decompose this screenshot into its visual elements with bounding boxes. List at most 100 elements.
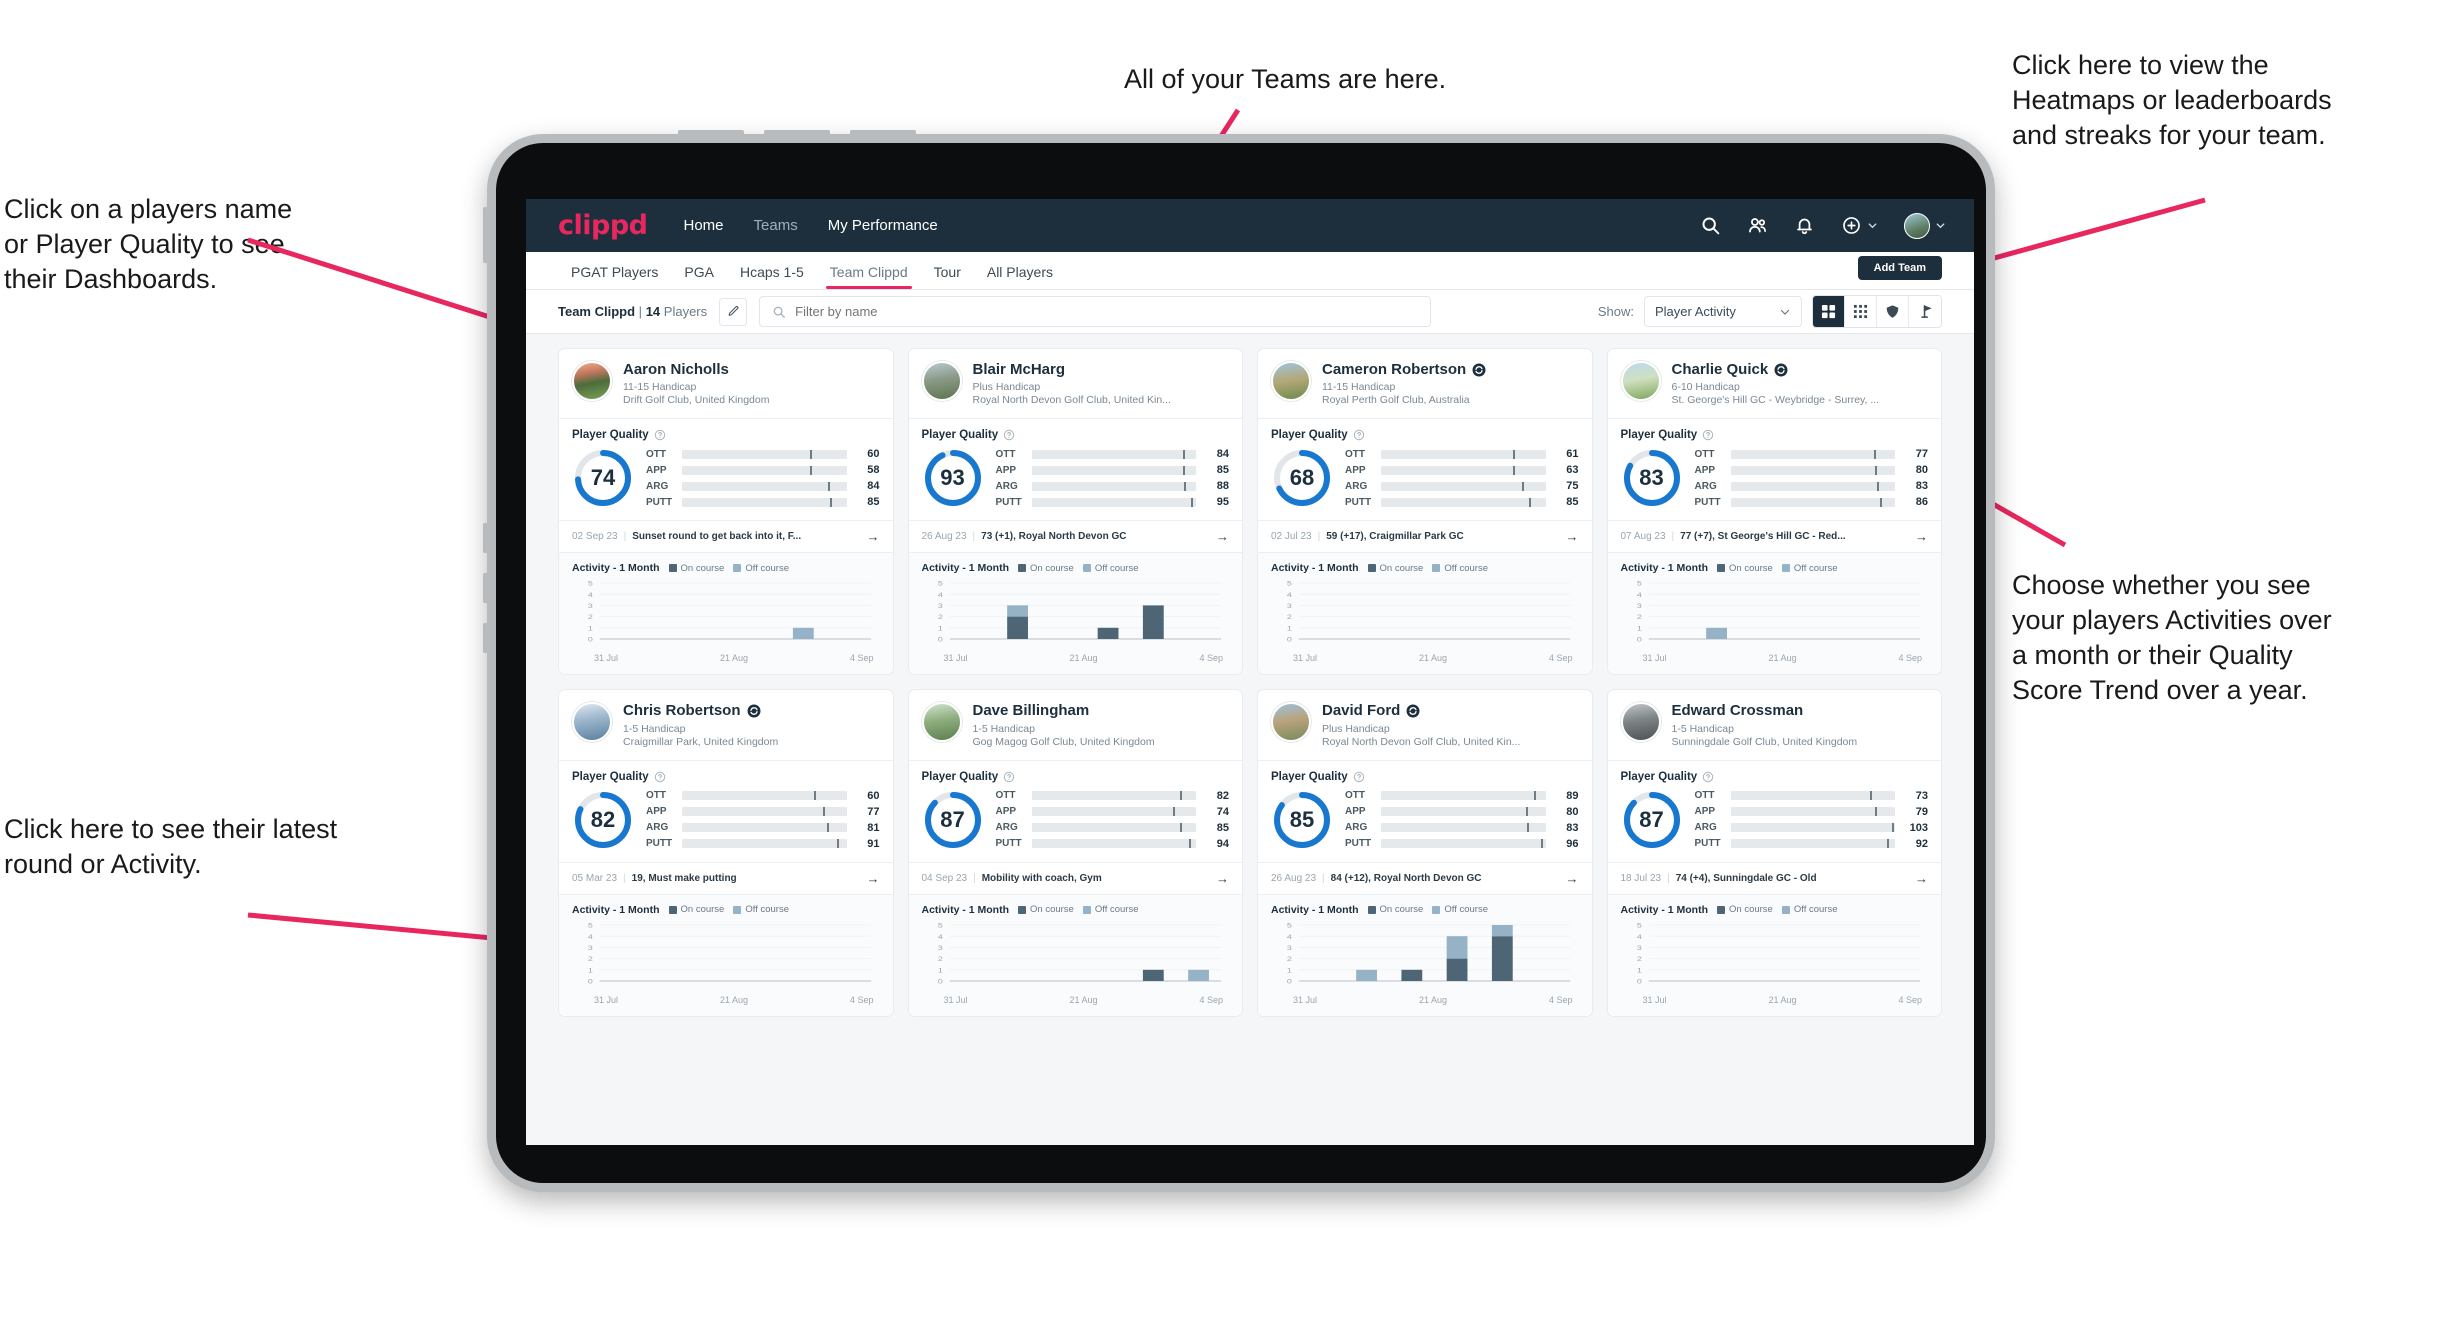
player-name-row[interactable]: Blair McHarg — [973, 361, 1171, 378]
arrow-right-icon[interactable]: → — [1216, 529, 1229, 544]
player-name-row[interactable]: Aaron Nicholls — [623, 361, 769, 378]
show-select[interactable]: Player Activity — [1644, 296, 1802, 327]
search-icon[interactable] — [1700, 215, 1721, 236]
nav-link-teams[interactable]: Teams — [754, 217, 798, 234]
help-icon[interactable] — [1003, 429, 1015, 441]
create-menu[interactable] — [1841, 215, 1878, 236]
tab-pgat-players[interactable]: PGAT Players — [558, 264, 671, 289]
player-card-header[interactable]: Chris Robertson 1-5 Handicap Craigmillar… — [559, 690, 893, 759]
player-card[interactable]: Dave Billingham 1-5 Handicap Gog Magog G… — [907, 689, 1243, 1017]
player-name[interactable]: Aaron Nicholls — [623, 361, 729, 378]
player-card-header[interactable]: Charlie Quick 6-10 Handicap St. George's… — [1608, 349, 1942, 418]
people-icon[interactable] — [1747, 215, 1768, 236]
user-menu[interactable] — [1904, 212, 1946, 239]
player-name[interactable]: David Ford — [1322, 702, 1400, 719]
latest-round-row[interactable]: 04 Sep 23 | Mobility with coach, Gym → — [908, 861, 1242, 895]
chevron-down-icon[interactable] — [1935, 220, 1946, 231]
add-team-button[interactable]: Add Team — [1857, 256, 1942, 280]
arrow-right-icon[interactable]: → — [1915, 529, 1928, 544]
help-icon[interactable] — [1353, 771, 1365, 783]
player-quality-section[interactable]: Player Quality 87 OTT 82 APP 74 ARG 85 P… — [909, 761, 1243, 862]
player-avatar[interactable] — [921, 361, 962, 401]
leaderboard-view-button[interactable] — [1909, 296, 1941, 327]
player-name-row[interactable]: Dave Billingham — [973, 702, 1155, 719]
player-name-row[interactable]: Edward Crossman — [1672, 702, 1858, 719]
tab-hcaps-1-5[interactable]: Hcaps 1-5 — [727, 264, 817, 289]
player-card[interactable]: David Ford Plus Handicap Royal North Dev… — [1257, 689, 1593, 1017]
player-card-header[interactable]: Blair McHarg Plus Handicap Royal North D… — [909, 349, 1243, 418]
help-icon[interactable] — [654, 429, 666, 441]
player-card[interactable]: Cameron Robertson 11-15 Handicap Royal P… — [1257, 348, 1593, 676]
arrow-right-icon[interactable]: → — [1566, 529, 1579, 544]
help-icon[interactable] — [1353, 429, 1365, 441]
player-card[interactable]: Charlie Quick 6-10 Handicap St. George's… — [1606, 348, 1942, 676]
player-quality-section[interactable]: Player Quality 82 OTT 60 APP 77 ARG 81 P… — [559, 761, 893, 862]
latest-round-row[interactable]: 02 Jul 23 | 59 (+17), Craigmillar Park G… — [1258, 520, 1592, 554]
search-input[interactable] — [795, 304, 1419, 319]
chevron-down-icon[interactable] — [1867, 220, 1878, 231]
player-card-header[interactable]: Edward Crossman 1-5 Handicap Sunningdale… — [1608, 690, 1942, 759]
player-avatar[interactable] — [1620, 361, 1661, 401]
player-name-row[interactable]: David Ford — [1322, 702, 1520, 719]
avatar[interactable] — [1904, 212, 1930, 239]
arrow-right-icon[interactable]: → — [867, 871, 880, 886]
player-avatar[interactable] — [921, 702, 962, 743]
tab-pga[interactable]: PGA — [671, 264, 727, 289]
latest-round-row[interactable]: 18 Jul 23 | 74 (+4), Sunningdale GC - Ol… — [1607, 861, 1941, 895]
player-card[interactable]: Edward Crossman 1-5 Handicap Sunningdale… — [1606, 689, 1942, 1017]
plus-circle-icon[interactable] — [1841, 215, 1862, 236]
nav-link-my-performance[interactable]: My Performance — [828, 217, 938, 234]
player-name[interactable]: Cameron Robertson — [1322, 361, 1466, 378]
bell-icon[interactable] — [1794, 215, 1815, 236]
clippd-logo[interactable]: clippd — [558, 210, 648, 241]
player-name[interactable]: Blair McHarg — [973, 361, 1066, 378]
latest-round-row[interactable]: 02 Sep 23 | Sunset round to get back int… — [559, 520, 893, 554]
arrow-right-icon[interactable]: → — [1216, 871, 1229, 886]
player-quality-section[interactable]: Player Quality 68 OTT 61 APP 63 ARG 75 P… — [1258, 419, 1592, 520]
tab-all-players[interactable]: All Players — [974, 264, 1066, 289]
arrow-right-icon[interactable]: → — [867, 529, 880, 544]
nav-link-home[interactable]: Home — [684, 217, 724, 234]
tab-team-clippd[interactable]: Team Clippd — [817, 264, 921, 289]
player-card[interactable]: Blair McHarg Plus Handicap Royal North D… — [907, 348, 1243, 676]
latest-round-row[interactable]: 26 Aug 23 | 84 (+12), Royal North Devon … — [1258, 861, 1592, 895]
help-icon[interactable] — [1003, 771, 1015, 783]
edit-team-button[interactable] — [719, 297, 748, 326]
player-name[interactable]: Charlie Quick — [1672, 361, 1769, 378]
player-name-row[interactable]: Chris Robertson — [623, 702, 778, 719]
grid-view-button[interactable] — [1813, 296, 1845, 327]
player-card-header[interactable]: David Ford Plus Handicap Royal North Dev… — [1258, 690, 1592, 759]
player-avatar[interactable] — [1620, 702, 1661, 743]
player-quality-section[interactable]: Player Quality 74 OTT 60 APP 58 ARG 84 P… — [559, 419, 893, 520]
help-icon[interactable] — [654, 771, 666, 783]
player-name-row[interactable]: Charlie Quick — [1672, 361, 1880, 378]
filter-search-box[interactable] — [759, 296, 1432, 327]
arrow-right-icon[interactable]: → — [1915, 871, 1928, 886]
player-name[interactable]: Chris Robertson — [623, 702, 741, 719]
player-avatar[interactable] — [572, 361, 612, 401]
player-quality-section[interactable]: Player Quality 85 OTT 89 APP 80 ARG 83 P… — [1258, 761, 1592, 862]
dense-grid-view-button[interactable] — [1845, 296, 1877, 327]
player-avatar[interactable] — [1271, 702, 1311, 743]
latest-round-row[interactable]: 05 Mar 23 | 19, Must make putting → — [559, 861, 893, 895]
player-name-row[interactable]: Cameron Robertson — [1322, 361, 1486, 378]
player-card-header[interactable]: Aaron Nicholls 11-15 Handicap Drift Golf… — [559, 349, 893, 418]
help-icon[interactable] — [1702, 771, 1714, 783]
player-card-header[interactable]: Cameron Robertson 11-15 Handicap Royal P… — [1258, 349, 1592, 418]
player-name[interactable]: Edward Crossman — [1672, 702, 1804, 719]
heatmap-view-button[interactable] — [1877, 296, 1909, 327]
player-name[interactable]: Dave Billingham — [973, 702, 1090, 719]
player-card[interactable]: Chris Robertson 1-5 Handicap Craigmillar… — [558, 689, 894, 1017]
player-quality-section[interactable]: Player Quality 87 OTT 73 APP 79 ARG 103 … — [1608, 761, 1942, 862]
player-card-header[interactable]: Dave Billingham 1-5 Handicap Gog Magog G… — [909, 690, 1243, 759]
player-quality-section[interactable]: Player Quality 83 OTT 77 APP 80 ARG 83 P… — [1608, 419, 1942, 520]
latest-round-row[interactable]: 07 Aug 23 | 77 (+7), St George's Hill GC… — [1607, 520, 1941, 554]
player-avatar[interactable] — [1271, 361, 1311, 401]
tab-tour[interactable]: Tour — [921, 264, 974, 289]
player-card[interactable]: Aaron Nicholls 11-15 Handicap Drift Golf… — [558, 348, 894, 676]
help-icon[interactable] — [1702, 429, 1714, 441]
player-avatar[interactable] — [572, 702, 612, 743]
player-quality-section[interactable]: Player Quality 93 OTT 84 APP 85 ARG 88 P… — [909, 419, 1243, 520]
arrow-right-icon[interactable]: → — [1566, 871, 1579, 886]
latest-round-row[interactable]: 26 Aug 23 | 73 (+1), Royal North Devon G… — [908, 520, 1242, 554]
